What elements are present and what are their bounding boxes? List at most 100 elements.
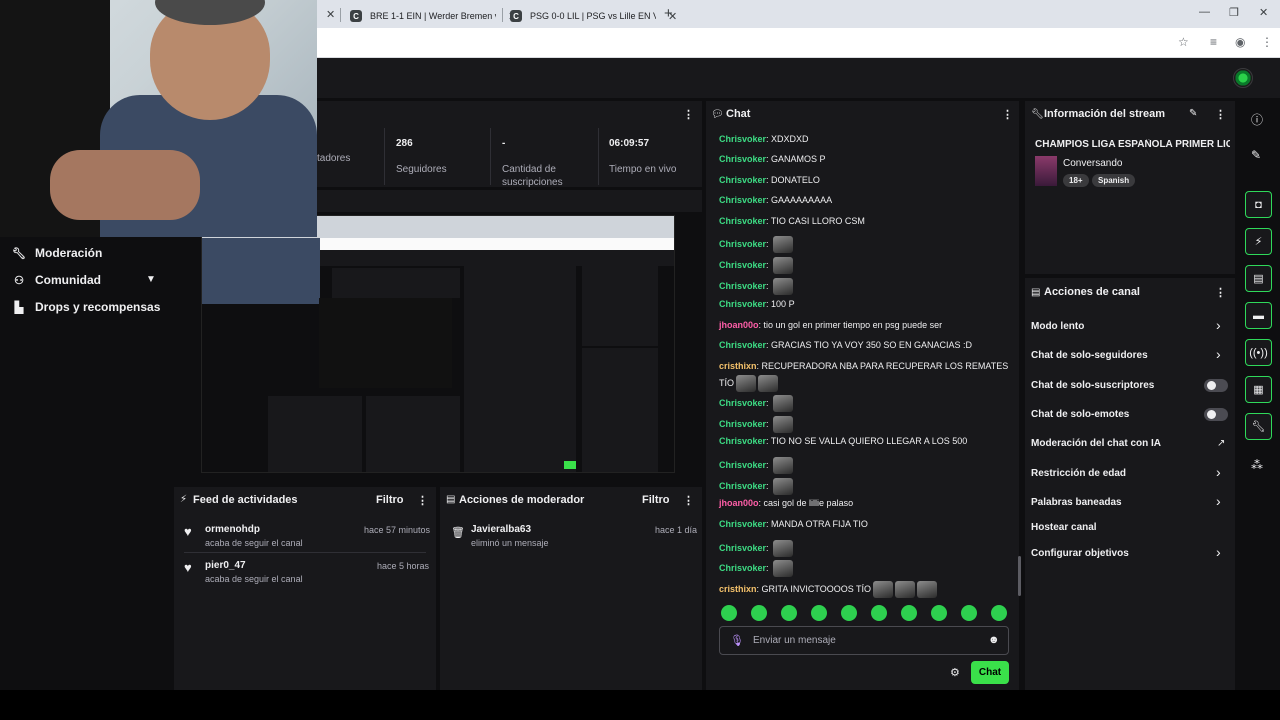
chevron-right-icon[interactable]: › xyxy=(1216,317,1221,333)
rail-layout-button[interactable]: ▦ xyxy=(1245,376,1272,403)
chat-username[interactable]: Chrisvoker xyxy=(719,216,766,226)
gear-icon[interactable]: ⚙ xyxy=(950,666,960,679)
rail-lightning-button[interactable]: ⚡︎ xyxy=(1245,228,1272,255)
tab-close-icon[interactable]: ✕ xyxy=(326,8,335,21)
chat-username[interactable]: Chrisvoker xyxy=(719,519,766,529)
emote-icon[interactable] xyxy=(721,605,737,621)
chat-username[interactable]: Chrisvoker xyxy=(719,260,766,270)
chat-send-button[interactable]: Chat xyxy=(971,661,1009,684)
category-thumbnail[interactable] xyxy=(1035,156,1057,186)
channel-action-followers-only[interactable]: Chat de solo-seguidores xyxy=(1031,350,1148,361)
emote-image xyxy=(895,581,916,598)
rail-document-button[interactable]: ▤ xyxy=(1245,265,1272,292)
chat-username[interactable]: cristhixn xyxy=(719,361,757,371)
stream-preview[interactable] xyxy=(201,215,675,473)
chat-username[interactable]: Chrisvoker xyxy=(719,340,766,350)
chat-username[interactable]: Chrisvoker xyxy=(719,195,766,205)
emote-icon[interactable] xyxy=(871,605,887,621)
chat-username[interactable]: Chrisvoker xyxy=(719,281,766,291)
chat-username[interactable]: Chrisvoker xyxy=(719,299,766,309)
kebab-menu-icon[interactable]: ⋮ xyxy=(683,494,694,507)
chevron-right-icon[interactable]: › xyxy=(1216,464,1221,480)
bookmark-star-icon[interactable]: ☆ xyxy=(1178,35,1189,49)
chat-username[interactable]: Chrisvoker xyxy=(719,563,766,573)
info-icon[interactable]: ⓘ xyxy=(1251,111,1263,128)
rail-broadcast-button[interactable]: ((•)) xyxy=(1245,339,1272,366)
user-avatar[interactable] xyxy=(1233,68,1253,88)
tab-psg-lille[interactable]: C PSG 0-0 LIL | PSG vs Lille EN VIVO ✕ xyxy=(504,4,677,28)
mod-user[interactable]: Javieralba63 xyxy=(471,524,531,535)
close-window-icon[interactable]: ✕ xyxy=(1259,6,1268,19)
emote-icon[interactable] xyxy=(931,605,947,621)
channel-action-age-restriction[interactable]: Restricción de edad xyxy=(1031,468,1126,479)
extensions-icon[interactable]: ⁂ xyxy=(1251,458,1263,472)
chevron-right-icon[interactable]: › xyxy=(1216,493,1221,509)
minimize-icon[interactable]: — xyxy=(1199,6,1210,18)
mod-filter-button[interactable]: Filtro xyxy=(642,494,670,506)
emote-icon[interactable] xyxy=(781,605,797,621)
nav-item-moderacion[interactable]: 🔧︎ Moderación xyxy=(12,246,102,260)
chat-username[interactable]: Chrisvoker xyxy=(719,436,766,446)
activity-user[interactable]: ormenohdp xyxy=(205,524,260,535)
external-link-icon[interactable]: ↗ xyxy=(1217,438,1225,449)
nav-item-comunidad[interactable]: ⚇ Comunidad xyxy=(12,273,101,287)
chat-username[interactable]: Chrisvoker xyxy=(719,398,766,408)
tag-badge[interactable]: Spanish xyxy=(1092,174,1136,187)
pencil-icon[interactable]: ✎ xyxy=(1189,108,1197,119)
chat-username[interactable]: jhoan00o xyxy=(719,498,759,508)
emote-icon[interactable] xyxy=(811,605,827,621)
channel-action-goals[interactable]: Configurar objetivos xyxy=(1031,548,1129,559)
activity-user[interactable]: pier0_47 xyxy=(205,560,246,571)
kebab-menu-icon[interactable]: ⋮ xyxy=(417,494,428,507)
chat-username[interactable]: Chrisvoker xyxy=(719,175,766,185)
chat-username[interactable]: Chrisvoker xyxy=(719,419,766,429)
chat-username[interactable]: jhoan00o xyxy=(719,320,759,330)
media-control-icon[interactable]: ≡ xyxy=(1210,35,1217,49)
tab-werder-bremen[interactable]: C BRE 1-1 EIN | Werder Bremen vs ✕ xyxy=(344,4,517,28)
kebab-menu-icon[interactable]: ⋮ xyxy=(1002,108,1013,121)
emote-icon[interactable] xyxy=(991,605,1007,621)
kebab-menu-icon[interactable]: ⋮ xyxy=(1215,286,1226,299)
channel-action-banned-words[interactable]: Palabras baneadas xyxy=(1031,497,1122,508)
chat-username[interactable]: Chrisvoker xyxy=(719,154,766,164)
rail-wrench-button[interactable]: 🔧︎ xyxy=(1245,413,1272,440)
nav-item-drops[interactable]: ▙ Drops y recompensas xyxy=(12,300,161,314)
chat-username[interactable]: Chrisvoker xyxy=(719,543,766,553)
subscribers-only-toggle[interactable] xyxy=(1204,379,1228,392)
chevron-right-icon[interactable]: › xyxy=(1216,346,1221,362)
chevron-right-icon[interactable]: › xyxy=(1216,544,1221,560)
profile-icon[interactable]: ◉ xyxy=(1235,35,1245,49)
new-tab-button[interactable]: + xyxy=(664,5,673,22)
channel-action-slow-mode[interactable]: Modo lento xyxy=(1031,321,1084,332)
rail-clip-button[interactable]: ◘ xyxy=(1245,191,1272,218)
emotes-only-toggle[interactable] xyxy=(1204,408,1228,421)
chevron-down-icon[interactable]: ▼ xyxy=(146,274,156,285)
emote-picker-icon[interactable]: ☻ xyxy=(988,634,1000,646)
rail-chat-button[interactable]: ▬ xyxy=(1245,302,1272,329)
chat-username[interactable]: Chrisvoker xyxy=(719,481,766,491)
channel-action-host[interactable]: Hostear canal xyxy=(1031,522,1097,533)
browser-menu-icon[interactable]: ⋮ xyxy=(1261,35,1273,49)
category-name[interactable]: Conversando xyxy=(1063,158,1122,169)
emote-icon[interactable] xyxy=(961,605,977,621)
channel-action-ai-moderation[interactable]: Moderación del chat con IA xyxy=(1031,438,1161,449)
chat-scrollbar[interactable] xyxy=(1018,556,1021,596)
chat-text: TIO CASI LLORO CSM xyxy=(770,216,865,226)
chat-input[interactable]: 🎙︎ Enviar un mensaje ☻ xyxy=(719,626,1009,655)
chat-text: 100 P xyxy=(771,299,795,309)
microphone-icon[interactable]: 🎙︎ xyxy=(730,634,744,647)
chat-username[interactable]: Chrisvoker xyxy=(719,460,766,470)
kebab-menu-icon[interactable]: ⋮ xyxy=(683,108,694,121)
tag-badge[interactable]: 18+ xyxy=(1063,174,1089,187)
activity-filter-button[interactable]: Filtro xyxy=(376,494,404,506)
emote-icon[interactable] xyxy=(901,605,917,621)
chat-username[interactable]: Chrisvoker xyxy=(719,134,766,144)
emote-icon[interactable] xyxy=(841,605,857,621)
chat-message: Chrisvoker: xyxy=(719,560,794,577)
pencil-icon[interactable]: ✎ xyxy=(1251,148,1261,162)
chat-username[interactable]: Chrisvoker xyxy=(719,239,766,249)
kebab-menu-icon[interactable]: ⋮ xyxy=(1215,108,1226,121)
emote-icon[interactable] xyxy=(751,605,767,621)
chat-username[interactable]: cristhixn xyxy=(719,584,757,594)
restore-icon[interactable]: ❐ xyxy=(1229,6,1239,19)
